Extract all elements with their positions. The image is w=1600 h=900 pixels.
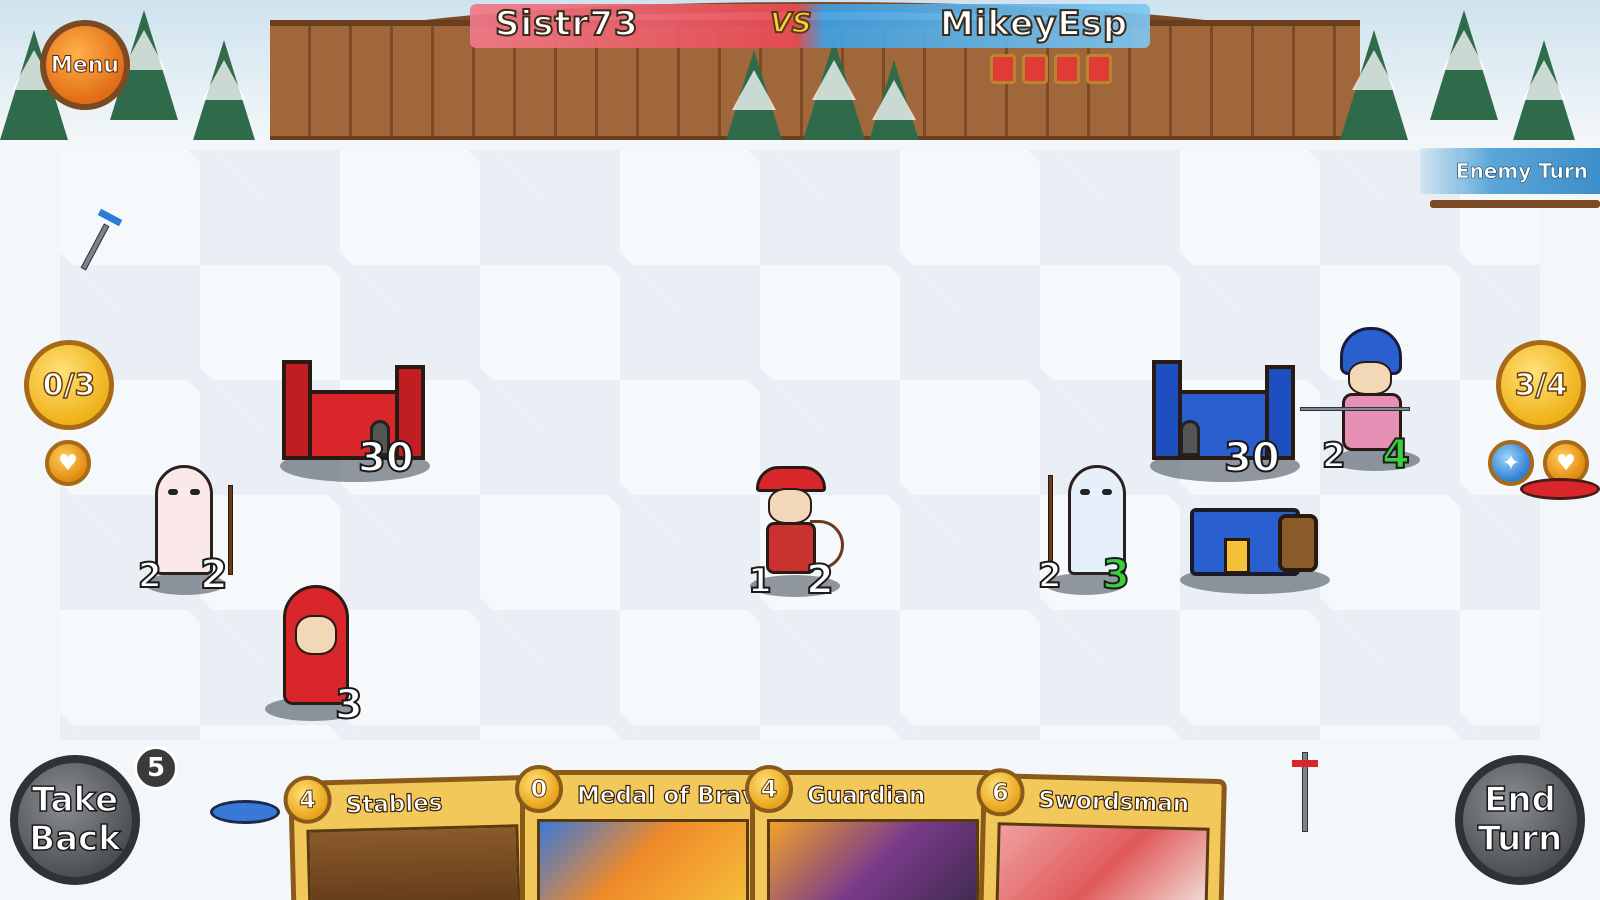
pine-tree xyxy=(190,40,258,150)
card-title: Swordsman xyxy=(1037,787,1190,818)
red-hood-unit[interactable]: 3 xyxy=(265,585,375,735)
blue-disc-icon xyxy=(210,800,280,824)
card-title: Guardian xyxy=(807,783,926,809)
ghost-eye xyxy=(1102,489,1112,495)
barrel-icon xyxy=(1278,514,1318,572)
card-cost: 6 xyxy=(975,767,1026,817)
end-turn-button[interactable]: End Turn xyxy=(1455,755,1585,885)
hand-card-stables[interactable]: 4 Stables xyxy=(282,774,537,900)
enemy-hand-count xyxy=(990,54,1112,84)
card-art xyxy=(995,822,1210,900)
turn-indicator-rail xyxy=(1430,200,1600,208)
hand-card-guardian[interactable]: 4 Guardian xyxy=(745,765,995,900)
blue-trident-attack: 2 xyxy=(1321,436,1347,476)
ghost-eye xyxy=(168,489,178,495)
staff-icon xyxy=(1048,475,1053,565)
hand-card-medal-of-bravery[interactable]: 0 Medal of Bravery xyxy=(515,765,765,900)
blue-ghost-attack: 2 xyxy=(1037,556,1063,596)
card-cost: 4 xyxy=(282,775,333,825)
sword-hilt xyxy=(1292,760,1318,767)
enemy-card-pip xyxy=(1022,54,1048,84)
blue-castle[interactable]: 30 xyxy=(1150,340,1310,482)
card-art xyxy=(767,819,979,900)
end-turn-line2: Turn xyxy=(1477,819,1563,860)
pine-tree xyxy=(800,40,868,150)
unit-face xyxy=(768,488,812,524)
ghost-eye xyxy=(190,489,200,495)
end-turn-line1: End xyxy=(1483,779,1556,821)
unit-face xyxy=(295,615,337,655)
red-castle-health: 30 xyxy=(357,435,415,481)
turn-indicator: Enemy Turn xyxy=(1420,148,1600,194)
card-cost: 0 xyxy=(515,765,563,813)
castle-door xyxy=(1180,420,1200,456)
blue-stables-building[interactable] xyxy=(1180,500,1330,600)
game-stage: Sistr73 VS MikeyEsp Menu Enemy Turn 0/3 … xyxy=(0,0,1600,900)
red-ghost-health: 2 xyxy=(199,552,229,598)
red-disc-icon xyxy=(1520,478,1600,500)
red-castle[interactable]: 30 xyxy=(280,340,440,482)
take-back-line1: Take xyxy=(31,779,119,821)
red-ghost-unit[interactable]: 2 2 xyxy=(130,455,250,605)
take-back-line2: Back xyxy=(28,819,121,860)
red-ghost-attack: 2 xyxy=(137,556,163,596)
pine-tree xyxy=(1340,30,1408,140)
blue-trident-health: 4 xyxy=(1381,432,1411,478)
player-right-mana: 3/4 xyxy=(1496,340,1586,430)
vs-label: VS xyxy=(769,5,813,40)
card-title: Stables xyxy=(345,790,443,819)
menu-button[interactable]: Menu xyxy=(40,20,130,110)
blue-castle-health: 30 xyxy=(1223,435,1281,481)
enemy-card-pip xyxy=(1054,54,1080,84)
hand-card-swordsman[interactable]: 6 Swordsman xyxy=(975,767,1227,900)
gold-shield-icon[interactable]: ♥ xyxy=(45,440,91,486)
unit-face xyxy=(1348,361,1392,395)
card-cost: 4 xyxy=(745,765,793,813)
castle-tower xyxy=(282,360,312,460)
card-title: Medal of Bravery xyxy=(577,783,765,809)
enemy-card-pip xyxy=(990,54,1016,84)
player-left-mana: 0/3 xyxy=(24,340,114,430)
staff-icon xyxy=(228,485,233,575)
red-archer-unit[interactable]: 1 2 xyxy=(740,460,860,610)
red-archer-health: 2 xyxy=(805,557,835,603)
blue-ghost-unit[interactable]: 2 3 xyxy=(1030,455,1150,605)
ghost-eye xyxy=(1080,489,1090,495)
player-left-name: Sistr73 xyxy=(494,3,639,45)
take-back-button[interactable]: Take Back xyxy=(10,755,140,885)
take-back-count: 5 xyxy=(134,746,178,790)
card-hand: 4 Stables 0 Medal of Bravery 4 Guardian … xyxy=(282,765,1300,900)
pine-tree xyxy=(1510,40,1578,150)
blue-trident-unit[interactable]: 2 4 xyxy=(1300,325,1450,485)
red-archer-attack: 1 xyxy=(747,561,773,601)
card-art xyxy=(537,819,749,900)
castle-tower xyxy=(1152,360,1182,460)
enemy-card-pip xyxy=(1086,54,1112,84)
red-hood-health: 3 xyxy=(334,682,364,728)
blue-ghost-health: 3 xyxy=(1101,552,1131,598)
player-right-name: MikeyEsp xyxy=(939,3,1129,45)
blue-gem-icon[interactable]: ✦ xyxy=(1488,440,1534,486)
pine-tree xyxy=(1430,10,1498,120)
card-art xyxy=(306,824,521,900)
trident-icon xyxy=(1300,407,1410,411)
stables-door xyxy=(1224,538,1250,574)
